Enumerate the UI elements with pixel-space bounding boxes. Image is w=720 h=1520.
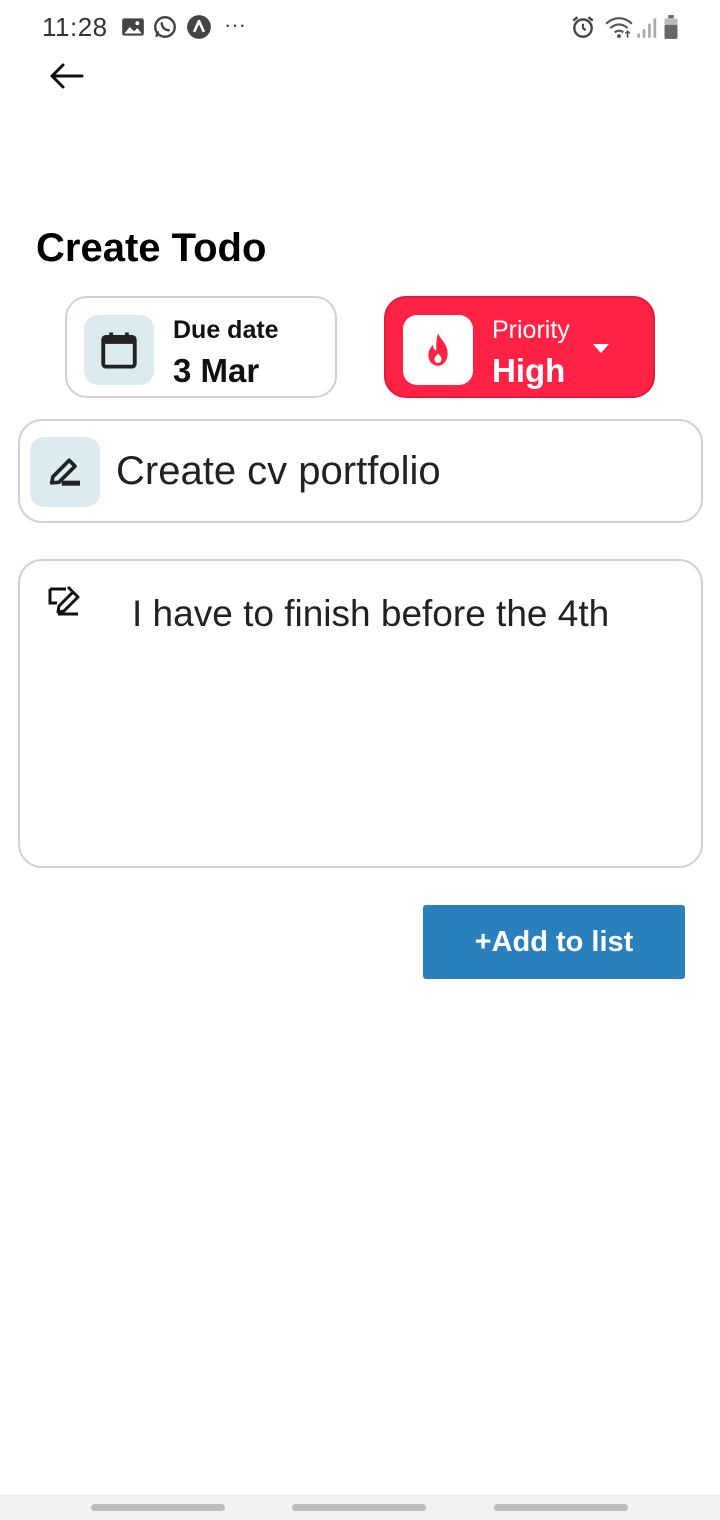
battery-icon (662, 14, 680, 40)
system-nav-bar (0, 1494, 720, 1520)
status-bar: 11:28 ··· (0, 0, 720, 56)
todo-title-input[interactable] (116, 441, 676, 501)
wifi-icon (604, 14, 634, 40)
priority-label: Priority (492, 316, 570, 344)
due-date-picker[interactable]: Due date 3 Mar (65, 296, 337, 398)
add-to-list-button[interactable]: +Add to list (423, 905, 685, 979)
priority-dropdown[interactable]: Priority High (384, 296, 655, 398)
priority-value: High (492, 352, 566, 389)
nav-recents-button[interactable] (91, 1504, 225, 1511)
priority-icon-box (403, 315, 473, 385)
back-button[interactable] (40, 56, 92, 96)
signal-icon (636, 14, 658, 40)
flame-icon (428, 333, 448, 366)
alarm-icon (570, 14, 596, 40)
todo-description-input[interactable]: I have to finish before the 4th (132, 589, 682, 839)
more-dots-icon: ··· (224, 12, 246, 37)
edit-pencil-icon (49, 458, 80, 486)
due-date-icon-box (84, 315, 154, 385)
todo-description-field: I have to finish before the 4th (18, 559, 703, 868)
nav-home-button[interactable] (292, 1504, 426, 1511)
whatsapp-icon (152, 14, 178, 40)
todo-title-field (18, 419, 703, 523)
note-edit-icon (46, 583, 82, 617)
title-icon-box (30, 437, 100, 507)
chevron-down-icon (593, 344, 609, 353)
arrow-left-icon (50, 63, 84, 89)
status-time: 11:28 (42, 12, 108, 42)
calendar-icon (101, 332, 137, 369)
page-title: Create Todo (36, 226, 267, 270)
nav-back-button[interactable] (494, 1504, 628, 1511)
app-icon (186, 14, 212, 40)
gallery-icon (120, 14, 146, 40)
due-date-value: 3 Mar (173, 352, 260, 389)
create-todo-screen: 11:28 ··· Create Todo Due date 3 Mar Pri… (0, 0, 720, 1520)
due-date-label: Due date (173, 316, 279, 344)
